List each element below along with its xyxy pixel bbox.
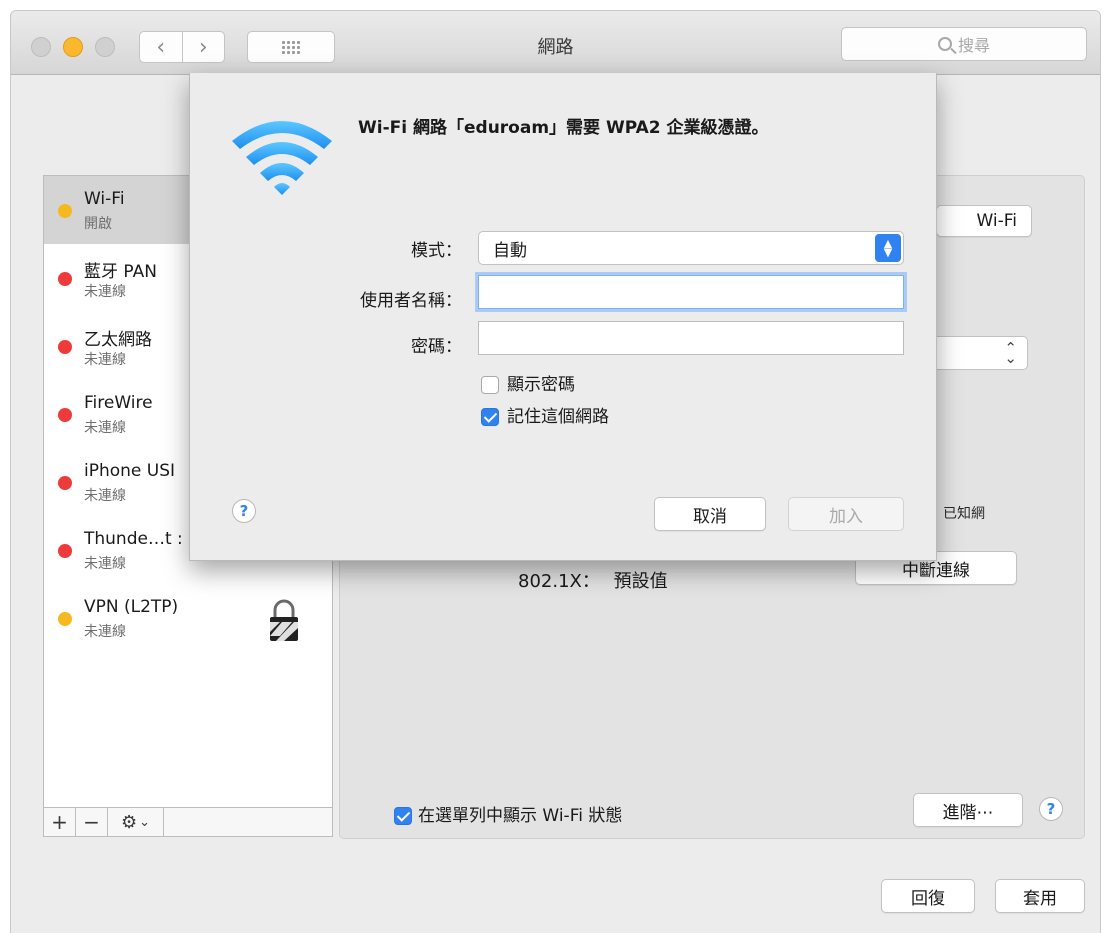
username-label: 使用者名稱： — [360, 291, 462, 311]
revert-button[interactable]: 回復 — [881, 879, 975, 913]
service-status: 未連線 — [84, 352, 126, 368]
show-password-option[interactable]: 顯示密碼 — [481, 370, 575, 395]
status-dot — [58, 476, 72, 490]
service-name: 乙太網路 — [84, 330, 152, 350]
cancel-button[interactable]: 取消 — [654, 497, 766, 531]
username-field[interactable] — [478, 275, 904, 309]
service-status: 未連線 — [84, 284, 126, 300]
dot1x-value: 預設值 — [613, 571, 668, 592]
service-list-toolbar: + − ⚙ ⌄ — [43, 807, 333, 837]
show-password-label: 顯示密碼 — [507, 375, 575, 395]
status-dot — [58, 544, 72, 558]
ask-join-known-networks-label: 已知網 — [943, 506, 985, 522]
show-wifi-status-label: 在選單列中顯示 Wi-Fi 狀態 — [418, 806, 623, 826]
sheet-message: Wi-Fi 網路「eduroam」需要 WPA2 企業級憑證。 — [358, 118, 769, 138]
advanced-button[interactable]: 進階⋯ — [913, 793, 1023, 827]
search-icon — [937, 37, 952, 51]
turn-off-wifi-button[interactable]: Wi-Fi — [936, 205, 1032, 237]
remember-network-label: 記住這個網路 — [507, 407, 609, 427]
service-status: 未連線 — [84, 556, 126, 572]
panel-help-button[interactable]: ? — [1039, 797, 1063, 821]
join-button[interactable]: 加入 — [788, 497, 904, 531]
show-wifi-status-option[interactable]: 在選單列中顯示 Wi-Fi 狀態 — [394, 801, 622, 826]
add-service-button[interactable]: + — [44, 808, 76, 836]
show-password-checkbox[interactable] — [481, 376, 499, 394]
gear-icon: ⚙ — [120, 811, 138, 833]
chevron-down-icon: ⌄ — [139, 814, 151, 830]
lock-icon — [270, 599, 298, 641]
status-dot — [58, 272, 72, 286]
service-item-vpn-l2tp[interactable]: VPN (L2TP) 未連線 — [44, 584, 332, 652]
action-menu-button[interactable]: ⚙ ⌄ — [108, 808, 164, 836]
popup-arrows-icon: ▲ ▼ — [875, 234, 901, 262]
sheet-help-button[interactable]: ? — [232, 499, 256, 523]
mode-value: 自動 — [493, 240, 527, 261]
remove-service-button[interactable]: − — [76, 808, 108, 836]
status-dot — [58, 204, 72, 218]
wpa2-enterprise-credentials-sheet: Wi-Fi 網路「eduroam」需要 WPA2 企業級憑證。 模式： 自動 ▲… — [189, 73, 937, 561]
apply-button[interactable]: 套用 — [995, 879, 1085, 913]
status-dot — [58, 408, 72, 422]
service-name: Wi-Fi — [84, 189, 125, 209]
mode-label: 模式： — [411, 241, 462, 261]
service-status: 未連線 — [84, 420, 126, 436]
password-label: 密碼： — [411, 337, 462, 357]
service-name: Thunde…t : — [84, 529, 183, 549]
service-name: iPhone USI — [84, 461, 176, 481]
remember-network-checkbox[interactable] — [481, 408, 499, 426]
dot1x-label: 802.1X： — [518, 571, 600, 592]
status-dot — [58, 340, 72, 354]
network-name-popup[interactable]: ⌃ ⌄ — [932, 336, 1028, 370]
show-wifi-status-checkbox[interactable] — [394, 807, 412, 825]
service-status: 未連線 — [84, 624, 126, 640]
remember-network-option[interactable]: 記住這個網路 — [481, 402, 609, 427]
service-status: 未連線 — [84, 488, 126, 504]
wifi-icon — [232, 121, 332, 195]
service-name: VPN (L2TP) — [84, 597, 179, 617]
service-name: 藍牙 PAN — [84, 262, 157, 282]
mode-select[interactable]: 自動 ▲ ▼ — [478, 231, 904, 265]
status-dot — [58, 612, 72, 626]
service-status: 開啟 — [84, 216, 112, 232]
popup-chevron-icon: ⌃ ⌄ — [1004, 339, 1017, 367]
dot1x-row: 802.1X： 預設值 — [518, 567, 668, 593]
toolbar: ‹ › 網路 搜尋 — [11, 11, 1100, 75]
search-placeholder: 搜尋 — [957, 36, 990, 55]
search-field[interactable]: 搜尋 — [841, 27, 1087, 61]
service-name: FireWire — [84, 393, 153, 413]
password-field[interactable] — [478, 321, 904, 355]
